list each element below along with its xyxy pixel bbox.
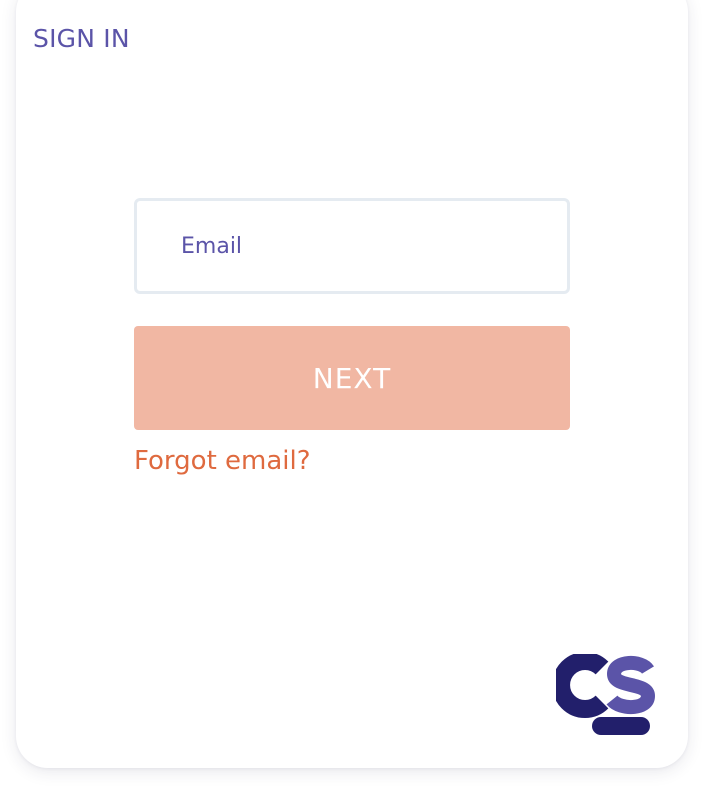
- sign-in-card: SIGN IN NEXT Forgot email?: [16, 0, 688, 768]
- page-title: SIGN IN: [33, 24, 130, 53]
- email-field[interactable]: [181, 233, 567, 259]
- cs-logo-icon: [552, 652, 660, 738]
- next-button[interactable]: NEXT: [134, 326, 570, 430]
- forgot-email-link[interactable]: Forgot email?: [134, 446, 311, 476]
- email-field-container[interactable]: [134, 198, 570, 294]
